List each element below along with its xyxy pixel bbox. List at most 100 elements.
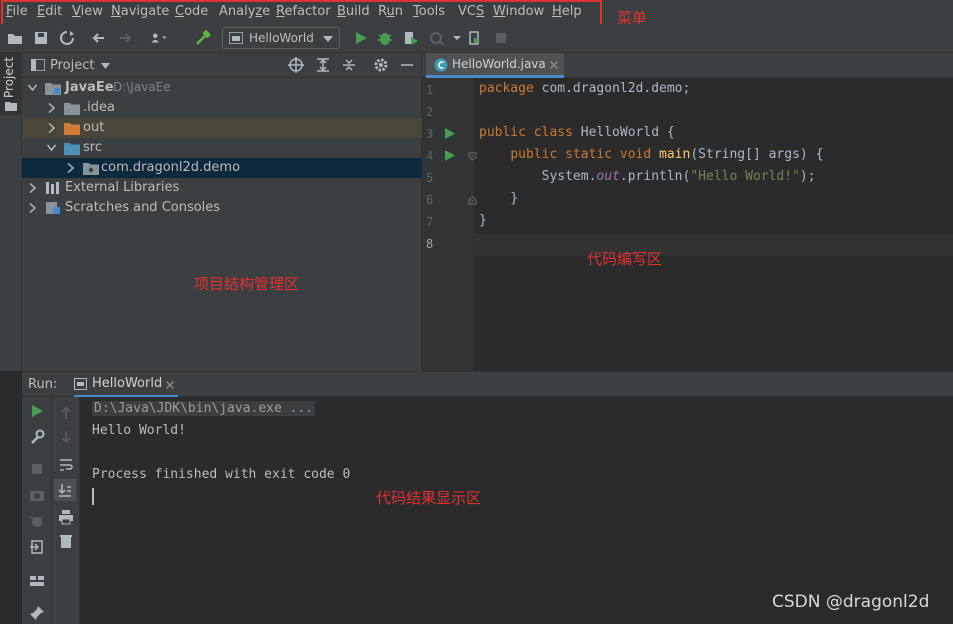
stop-icon[interactable] xyxy=(29,461,45,477)
trash-icon[interactable] xyxy=(58,533,74,549)
chevron-right-icon[interactable] xyxy=(29,203,36,213)
wrench-icon[interactable] xyxy=(29,429,45,445)
hide-panel-icon[interactable] xyxy=(400,57,414,73)
fold-marker-icon[interactable] xyxy=(468,196,477,205)
code-line: } xyxy=(479,213,487,228)
scratches-icon xyxy=(46,202,60,214)
tree-row-idea[interactable]: .idea xyxy=(22,98,422,118)
tree-label-scratches: Scratches and Consoles xyxy=(65,200,221,215)
save-icon[interactable] xyxy=(32,29,50,47)
rerun-icon[interactable] xyxy=(29,403,45,419)
dump-threads-icon[interactable] xyxy=(29,513,45,529)
stop-icon[interactable] xyxy=(492,29,510,47)
line-number: 6 xyxy=(426,193,434,207)
run-configuration-select[interactable]: HelloWorld xyxy=(222,27,340,49)
view-mode-chevron-icon[interactable] xyxy=(101,63,110,69)
code-line: public class HelloWorld { xyxy=(479,125,675,140)
close-icon[interactable] xyxy=(166,381,174,389)
run-configuration-label: HelloWorld xyxy=(249,31,314,45)
locate-crosshair-icon[interactable] xyxy=(288,57,304,73)
source-folder-icon xyxy=(64,143,80,155)
module-folder-icon xyxy=(45,83,61,95)
watermark: CSDN @dragonl2d xyxy=(772,592,930,612)
tree-label-out: out xyxy=(83,120,105,135)
tree-row-src[interactable]: src xyxy=(22,138,422,158)
code-line: public static void main(String[] args) { xyxy=(510,147,824,162)
tree-row-project-root[interactable]: JavaEe D:\JavaEe xyxy=(22,78,422,98)
sync-icon[interactable] xyxy=(58,29,76,47)
chevron-right-icon[interactable] xyxy=(48,103,55,113)
editor-tab-label: HelloWorld.java xyxy=(452,57,546,71)
camera-icon[interactable] xyxy=(29,487,45,503)
pin-icon[interactable] xyxy=(29,605,45,621)
attach-debugger-icon[interactable] xyxy=(466,29,484,47)
run-tab-helloworld[interactable]: HelloWorld xyxy=(74,372,178,398)
forward-arrow-icon[interactable] xyxy=(116,29,134,47)
soft-wrap-icon[interactable] xyxy=(58,457,74,473)
arrow-up-icon[interactable] xyxy=(58,405,74,421)
scroll-to-end-icon xyxy=(58,484,71,497)
current-line-highlight xyxy=(474,234,953,256)
line-number: 2 xyxy=(426,105,434,119)
chevron-right-icon[interactable] xyxy=(48,123,55,133)
run-label: Run: xyxy=(28,377,58,392)
console-line-command: D:\Java\JDK\bin\java.exe ... xyxy=(92,401,316,416)
line-number: 8 xyxy=(426,237,434,251)
profiler-icon[interactable] xyxy=(428,29,446,47)
line-number: 4 xyxy=(426,149,434,163)
editor-tab-bar: HelloWorld.java xyxy=(422,53,953,78)
tree-label-external-libraries: External Libraries xyxy=(65,180,180,195)
chevron-right-icon[interactable] xyxy=(67,163,74,173)
run-gutter-icon[interactable] xyxy=(445,150,455,161)
annotation-console-area: 代码结果显示区 xyxy=(376,489,482,507)
arrow-down-icon[interactable] xyxy=(58,429,74,445)
layout-icon[interactable] xyxy=(29,573,45,589)
more-run-options-chevron-icon[interactable] xyxy=(448,29,466,47)
tree-row-package[interactable]: com.dragonl2d.demo xyxy=(22,158,422,178)
run-gutter-icon[interactable] xyxy=(445,128,455,139)
exit-icon[interactable] xyxy=(29,539,45,555)
project-view-icon xyxy=(31,59,45,71)
user-dropdown-icon[interactable] xyxy=(150,29,168,47)
line-number: 7 xyxy=(426,215,434,229)
chevron-down-icon[interactable] xyxy=(47,144,56,151)
tree-row-external-libraries[interactable]: External Libraries xyxy=(22,178,422,198)
toolbar: HelloWorld xyxy=(0,24,953,53)
build-hammer-icon[interactable] xyxy=(194,29,212,47)
code-line: package com.dragonl2d.demo; xyxy=(479,81,691,96)
line-number: 3 xyxy=(426,127,434,141)
excluded-folder-icon xyxy=(64,123,80,135)
run-tab-label: HelloWorld xyxy=(92,376,163,391)
console-line-output: Hello World! xyxy=(92,423,186,438)
code-line: System.out.println("Hello World!"); xyxy=(479,169,816,184)
chevron-down-icon[interactable] xyxy=(28,84,37,91)
project-view-title[interactable]: Project xyxy=(50,58,94,73)
close-icon[interactable] xyxy=(550,61,558,69)
package-icon xyxy=(83,163,99,175)
chevron-right-icon[interactable] xyxy=(29,183,36,193)
back-arrow-icon[interactable] xyxy=(90,29,108,47)
fold-marker-icon[interactable] xyxy=(468,152,477,161)
gear-icon[interactable] xyxy=(373,57,389,73)
expand-all-icon[interactable] xyxy=(315,57,331,73)
open-folder-icon[interactable] xyxy=(6,29,24,47)
folder-icon xyxy=(64,103,80,115)
chevron-down-icon xyxy=(323,36,333,42)
run-panel-header: Run: HelloWorld xyxy=(22,371,953,398)
annotation-editor-area: 代码编写区 xyxy=(587,250,663,268)
console-output[interactable]: D:\Java\JDK\bin\java.exe ... Hello World… xyxy=(80,397,953,624)
tree-label-package: com.dragonl2d.demo xyxy=(101,160,241,175)
scroll-to-end-toggle[interactable] xyxy=(54,479,76,501)
code-editor[interactable]: 1 2 3 4 5 6 7 8 package com.dragonl2d.de… xyxy=(422,78,953,371)
editor-tab-helloworld[interactable]: HelloWorld.java xyxy=(426,53,564,78)
print-icon[interactable] xyxy=(58,509,74,525)
collapse-all-icon[interactable] xyxy=(341,57,357,73)
line-number: 5 xyxy=(426,171,434,185)
tree-row-out[interactable]: out xyxy=(22,118,422,138)
run-config-icon xyxy=(74,378,87,390)
tree-row-scratches[interactable]: Scratches and Consoles xyxy=(22,198,422,218)
run-with-coverage-icon[interactable] xyxy=(402,29,420,47)
code-line: } xyxy=(479,191,519,206)
debug-bug-icon[interactable] xyxy=(376,29,394,47)
run-icon[interactable] xyxy=(352,29,370,47)
